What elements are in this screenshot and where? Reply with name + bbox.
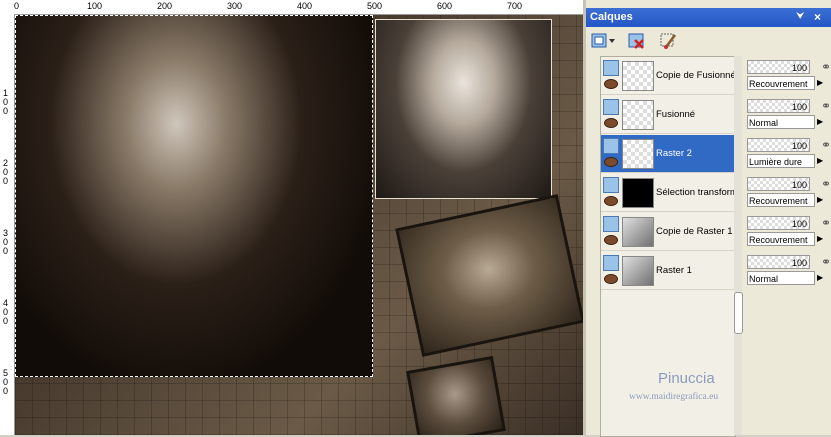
layer-thumbnail: [622, 100, 654, 130]
ruler-label: 3 0 0: [3, 228, 9, 256]
new-layer-icon: [591, 33, 615, 48]
layer-properties-row: 100 Normal ▶ ⚭: [747, 97, 831, 134]
tilted-portrait-image: [395, 194, 583, 357]
ruler-left: 1 0 0 2 0 0 3 0 0 4 0 0 5 0 0: [0, 14, 15, 435]
layer-row[interactable]: Copie de Fusionné: [601, 57, 736, 95]
ruler-label: 200: [157, 1, 173, 11]
opacity-field[interactable]: 100: [747, 177, 810, 191]
layer-row[interactable]: Raster 1: [601, 252, 735, 290]
eye-icon[interactable]: [604, 235, 618, 245]
layer-name: Fusionné: [656, 109, 696, 120]
eye-icon[interactable]: [604, 196, 618, 206]
chevron-down-icon[interactable]: ▶: [817, 195, 823, 204]
eye-icon[interactable]: [604, 118, 618, 128]
layer-thumbnail: [622, 61, 654, 91]
layer-properties-row: 100 Recouvrement ▶ ⚭: [747, 175, 831, 212]
layer-group-icon[interactable]: [603, 138, 619, 154]
eye-icon[interactable]: [604, 157, 618, 167]
watermark-url: www.maidiregrafica.eu: [629, 392, 719, 402]
chevron-down-icon[interactable]: ▶: [817, 117, 823, 126]
layer-thumbnail: [622, 217, 654, 247]
selection-marquee: [15, 15, 373, 377]
layer-name: Raster 1: [656, 265, 692, 276]
link-icon[interactable]: ⚭: [821, 255, 831, 269]
layer-properties-row: 100 Lumière dure ▶ ⚭: [747, 136, 831, 173]
layers-list[interactable]: Copie de Fusionné Fusionné Raster 2 Séle…: [600, 56, 736, 437]
ruler-label: 4 0 0: [3, 298, 9, 326]
brush-button[interactable]: [658, 31, 680, 51]
ruler-top: 0 100 200 300 400 500 600 700: [0, 0, 583, 15]
layer-thumbnail: [622, 139, 654, 169]
canvas-area[interactable]: 0 100 200 300 400 500 600 700 1 0 0 2 0 …: [0, 0, 583, 435]
layer-properties-row: 100 Recouvrement ▶ ⚭: [747, 214, 831, 251]
chevron-down-icon[interactable]: ▶: [817, 273, 823, 282]
layer-row[interactable]: Copie de Raster 1: [601, 213, 735, 251]
link-icon[interactable]: ⚭: [821, 60, 831, 74]
blend-mode-select[interactable]: Lumière dure: [747, 154, 815, 168]
eye-icon[interactable]: [604, 79, 618, 89]
chevron-down-icon[interactable]: ▶: [817, 234, 823, 243]
chevron-down-icon[interactable]: ▶: [817, 78, 823, 87]
layer-properties-row: 100 Recouvrement ▶ ⚭: [747, 58, 831, 95]
blend-mode-select[interactable]: Recouvrement: [747, 232, 815, 246]
link-icon[interactable]: ⚭: [821, 138, 831, 152]
layer-name: Raster 2: [656, 148, 692, 159]
layer-row[interactable]: Sélection transformée: [601, 174, 736, 212]
ruler-label: 700: [507, 1, 523, 11]
ruler-label: 5 0 0: [3, 368, 9, 396]
panel-title: Calques: [590, 11, 633, 23]
opacity-field[interactable]: 100: [747, 138, 810, 152]
layer-name: Sélection transformée: [656, 187, 736, 198]
ruler-label: 400: [297, 1, 313, 11]
delete-layer-button[interactable]: [626, 31, 648, 51]
layer-thumbnail: [622, 178, 654, 208]
opacity-field[interactable]: 100: [747, 216, 810, 230]
blend-mode-select[interactable]: Recouvrement: [747, 76, 815, 90]
layer-group-icon[interactable]: [603, 255, 619, 271]
ruler-label: 0: [14, 1, 20, 11]
blend-mode-select[interactable]: Normal: [747, 115, 815, 129]
eye-icon[interactable]: [604, 274, 618, 284]
ruler-label: 2 0 0: [3, 158, 9, 186]
close-icon[interactable]: ×: [814, 10, 821, 24]
layer-thumbnail: [622, 256, 654, 286]
layers-panel: Calques ⮟ × Copie de Fusionné Fusionné R…: [583, 0, 831, 437]
ruler-label: 500: [367, 1, 383, 11]
blend-mode-select[interactable]: Normal: [747, 271, 815, 285]
ruler-label: 1 0 0: [3, 88, 9, 116]
layer-properties: 100 Recouvrement ▶ ⚭ 100 Normal ▶ ⚭ 100 …: [745, 56, 831, 435]
opacity-field[interactable]: 100: [747, 255, 810, 269]
image-canvas[interactable]: [15, 15, 583, 435]
layer-name: Copie de Fusionné: [656, 70, 736, 81]
ruler-label: 100: [87, 1, 103, 11]
layer-row-selected[interactable]: Raster 2: [601, 135, 735, 173]
panel-titlebar[interactable]: Calques ⮟ ×: [586, 8, 831, 27]
small-portrait-image: [406, 355, 506, 435]
layer-group-icon[interactable]: [603, 60, 619, 76]
opacity-field[interactable]: 100: [747, 60, 810, 74]
chevron-down-icon[interactable]: ▶: [817, 156, 823, 165]
layer-group-icon[interactable]: [603, 177, 619, 193]
layer-group-icon[interactable]: [603, 99, 619, 115]
layer-properties-row: 100 Normal ▶ ⚭: [747, 253, 831, 290]
layers-scrollbar[interactable]: [734, 56, 743, 435]
delete-layer-icon: [628, 33, 644, 49]
ruler-label: 600: [437, 1, 453, 11]
layers-toolbar: [586, 28, 831, 54]
pin-icon[interactable]: ⮟: [796, 11, 805, 22]
link-icon[interactable]: ⚭: [821, 216, 831, 230]
blend-mode-select[interactable]: Recouvrement: [747, 193, 815, 207]
scrollbar-thumb[interactable]: [734, 292, 743, 334]
layer-group-icon[interactable]: [603, 216, 619, 232]
layer-row[interactable]: Fusionné: [601, 96, 735, 134]
ruler-label: 300: [227, 1, 243, 11]
opacity-field[interactable]: 100: [747, 99, 810, 113]
layer-name: Copie de Raster 1: [656, 226, 733, 237]
brush-icon: [660, 33, 676, 49]
new-layer-button[interactable]: [590, 31, 615, 51]
link-icon[interactable]: ⚭: [821, 99, 831, 113]
watermark-name: Pinuccia: [658, 370, 715, 387]
link-icon[interactable]: ⚭: [821, 177, 831, 191]
framed-portrait-image: [375, 19, 552, 199]
